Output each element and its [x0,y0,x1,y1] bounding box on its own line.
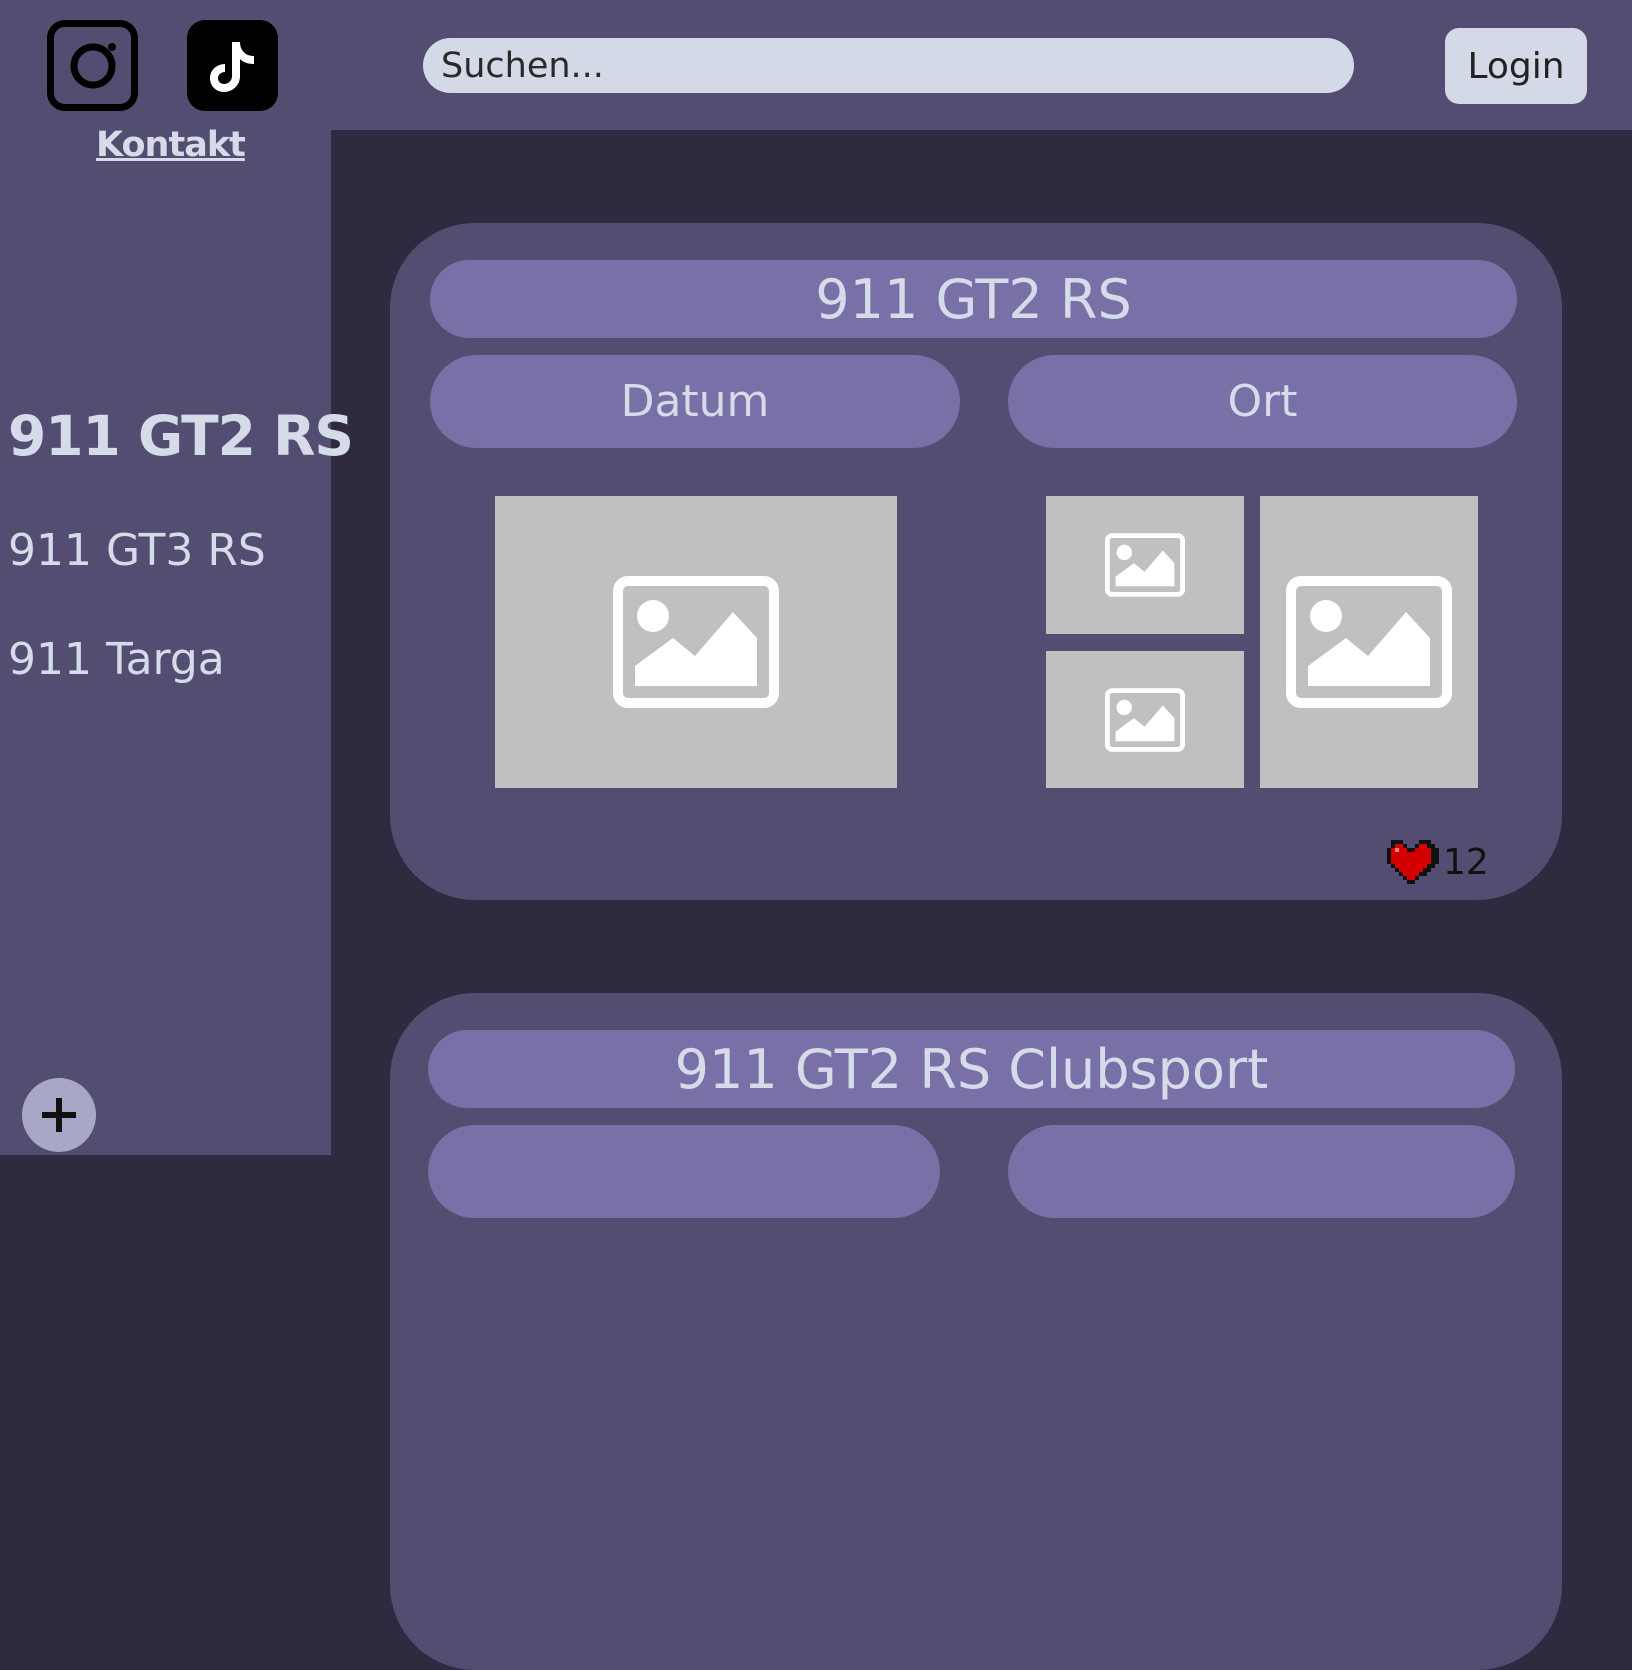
instagram-icon [70,42,116,88]
tiktok-icon [209,41,254,92]
tiktok-link[interactable] [187,20,278,111]
date-field: Datum [430,355,960,448]
search-input[interactable] [423,38,1354,93]
add-button[interactable] [22,1078,96,1152]
like-button[interactable]: 12 [1383,835,1489,889]
plus-icon [42,1098,76,1132]
post-card: 911 GT2 RS Clubsport [390,993,1562,1670]
like-count: 12 [1443,841,1489,883]
card-title: 911 GT2 RS [430,260,1517,338]
instagram-link[interactable] [47,20,138,111]
login-button[interactable]: Login [1445,28,1587,104]
sidebar-item-911-gt3-rs[interactable]: 911 GT3 RS [8,525,266,576]
place-field: Ort [1008,355,1517,448]
image-placeholder[interactable] [1260,496,1478,788]
image-icon [613,576,779,708]
image-icon [1105,533,1185,597]
image-placeholder[interactable] [495,496,897,788]
post-card: 911 GT2 RS Datum Ort 12 [390,223,1562,900]
image-icon [1105,687,1185,752]
image-placeholder[interactable] [1046,651,1244,788]
image-icon [1286,576,1452,708]
image-placeholder[interactable] [1046,496,1244,634]
place-field [1008,1125,1515,1218]
sidebar-item-911-gt2-rs[interactable]: 911 GT2 RS [8,404,354,468]
date-field [428,1125,940,1218]
sidebar-item-911-targa[interactable]: 911 Targa [8,634,225,685]
heart-icon [1387,840,1439,884]
card-title: 911 GT2 RS Clubsport [428,1030,1515,1108]
contact-link[interactable]: Kontakt [96,125,246,165]
